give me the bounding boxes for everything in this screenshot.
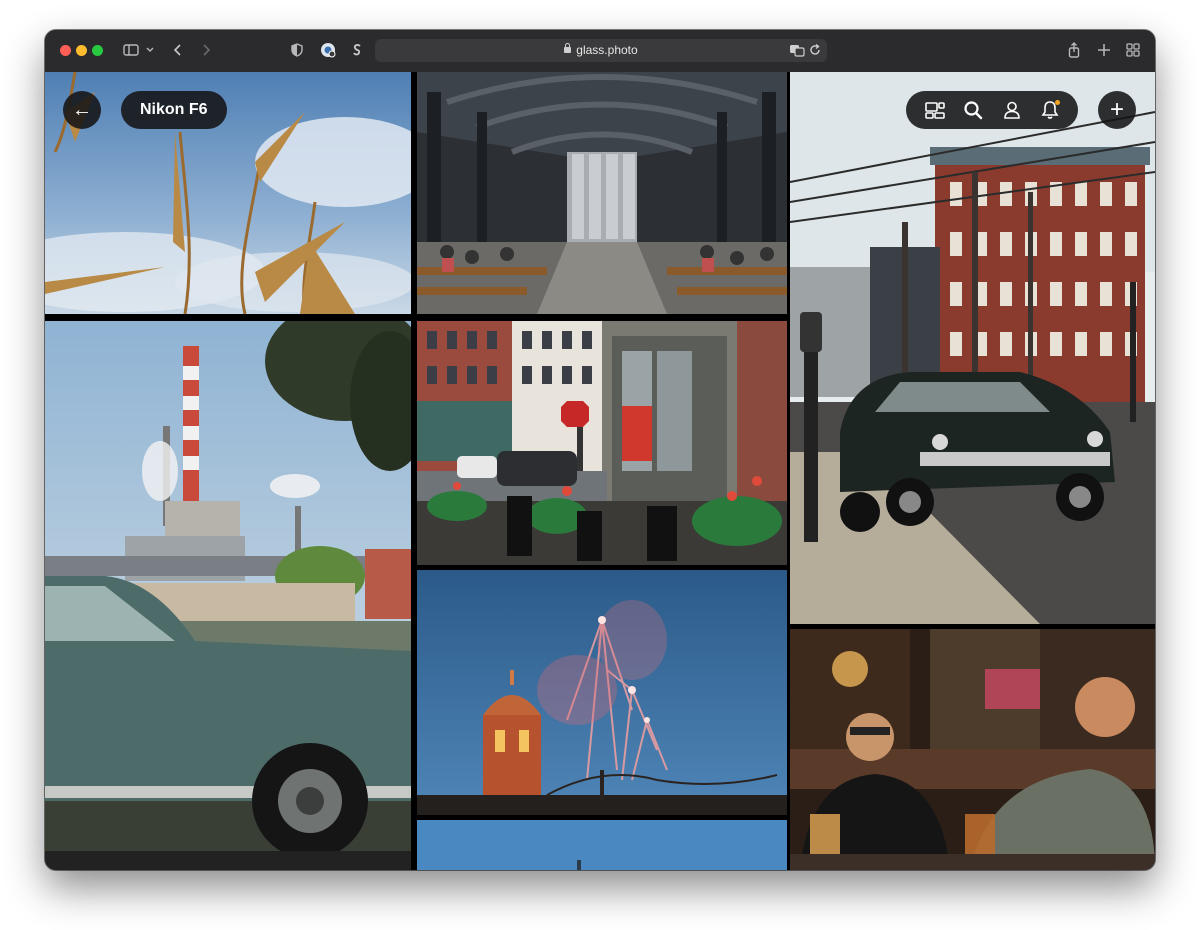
- reload-icon[interactable]: [808, 43, 822, 62]
- sidebar-icon[interactable]: [122, 41, 140, 64]
- back-arrow-label: ←: [72, 99, 92, 121]
- photo-blue-sky-strip[interactable]: [417, 820, 787, 870]
- forward-arrow-icon[interactable]: [199, 41, 213, 64]
- photo-factory-car[interactable]: [45, 321, 411, 870]
- profile-icon[interactable]: [1002, 100, 1022, 120]
- photo-gallery: ← Nikon F6 +: [45, 72, 1155, 870]
- lock-icon: [564, 43, 572, 53]
- photo-mustang-street[interactable]: [790, 72, 1155, 624]
- tab-overview-icon[interactable]: [1126, 41, 1140, 64]
- close-window-button[interactable]: [60, 45, 71, 56]
- back-arrow-icon[interactable]: [171, 41, 185, 64]
- browser-window: glass.photo ← Nikon F6 +: [45, 30, 1155, 870]
- browser-toolbar: glass.photo: [45, 30, 1155, 73]
- add-label: +: [1109, 96, 1124, 123]
- notification-dot: [1055, 100, 1060, 105]
- extension-icon[interactable]: [319, 41, 337, 64]
- chevron-down-icon[interactable]: [145, 41, 155, 64]
- translate-icon[interactable]: [789, 43, 805, 62]
- shield-icon[interactable]: [290, 41, 304, 64]
- nav-menu: [906, 91, 1078, 129]
- new-tab-icon[interactable]: [1097, 41, 1111, 64]
- extension-s-icon[interactable]: [351, 41, 363, 64]
- photo-storefront-leasing[interactable]: [417, 321, 787, 565]
- address-bar[interactable]: glass.photo: [375, 39, 827, 62]
- notifications-icon[interactable]: [1040, 100, 1060, 120]
- search-icon[interactable]: [963, 100, 983, 120]
- photo-brewery-hall[interactable]: [417, 72, 787, 314]
- url-text: glass.photo: [576, 43, 638, 57]
- photo-fireworks-church[interactable]: [417, 570, 787, 815]
- album-title[interactable]: Nikon F6: [121, 91, 227, 129]
- share-icon[interactable]: [1067, 41, 1081, 64]
- zoom-window-button[interactable]: [92, 45, 103, 56]
- photo-bar-friends[interactable]: [790, 629, 1155, 870]
- grid-layout-icon[interactable]: [925, 100, 945, 120]
- back-button[interactable]: ←: [63, 91, 101, 129]
- minimize-window-button[interactable]: [76, 45, 87, 56]
- add-button[interactable]: +: [1098, 91, 1136, 129]
